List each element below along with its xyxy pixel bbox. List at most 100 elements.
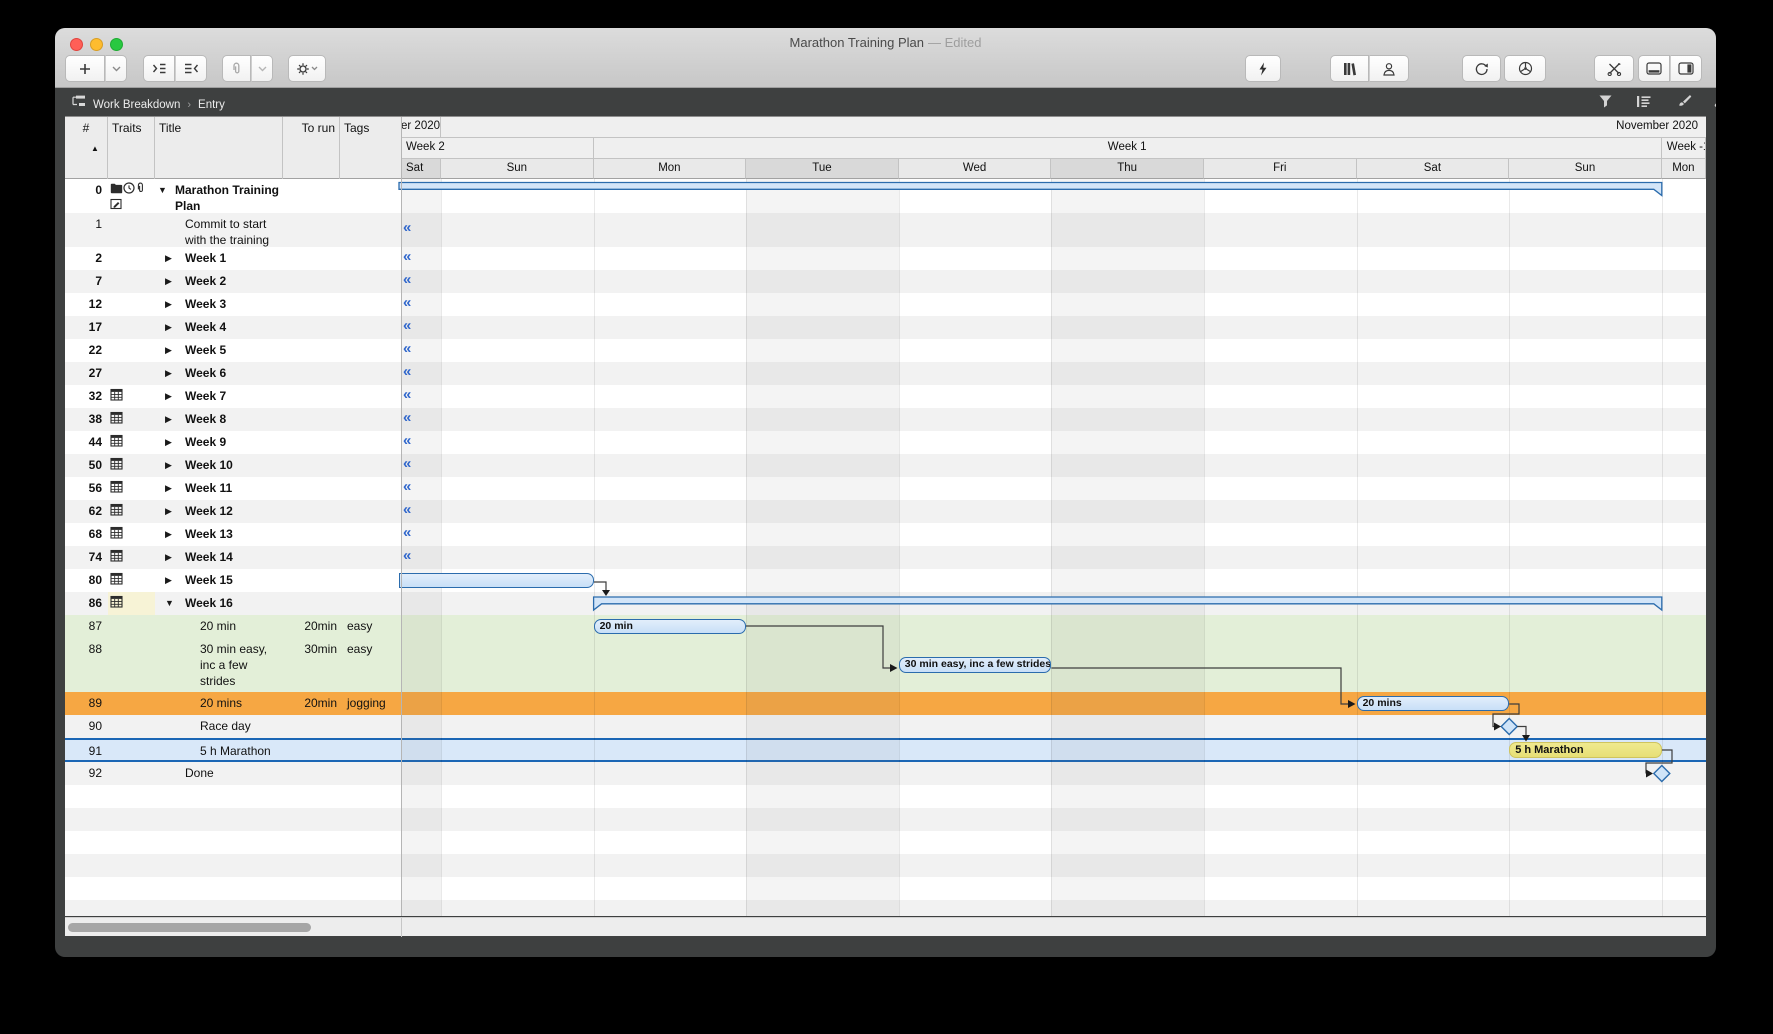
row-62[interactable]: 62▶Week 12	[65, 500, 1706, 523]
row-50[interactable]: 50▶Week 10	[65, 454, 1706, 477]
row-86[interactable]: 86▼Week 16	[65, 592, 1706, 615]
attach-button[interactable]	[222, 55, 251, 82]
breadcrumb-page[interactable]: Entry	[198, 99, 225, 111]
row-22[interactable]: 22▶Week 5	[65, 339, 1706, 362]
task-title: Week 14	[185, 549, 282, 565]
publish-button[interactable]	[1504, 55, 1546, 82]
disclosure-triangle[interactable]: ▶	[165, 342, 172, 358]
indent-button[interactable]	[143, 55, 175, 82]
tags-cell	[344, 500, 400, 503]
disclosure-triangle[interactable]: ▶	[165, 480, 172, 496]
row-1[interactable]: 1Commit to start with the training	[65, 213, 1706, 247]
row-2[interactable]: 2▶Week 1	[65, 247, 1706, 270]
disclosure-triangle[interactable]: ▶	[165, 273, 172, 289]
tags-cell	[344, 293, 400, 296]
lightning-icon	[1257, 62, 1269, 76]
breadcrumb-view[interactable]: Work Breakdown	[93, 99, 180, 111]
traits-cell	[108, 500, 154, 520]
tags-cell	[344, 362, 400, 365]
column-header-num[interactable]: # ▲	[65, 117, 108, 179]
inspectors-button[interactable]	[1713, 94, 1716, 114]
disclosure-triangle[interactable]: ▶	[165, 250, 172, 266]
scrollbar-thumb[interactable]	[68, 923, 311, 932]
row-90[interactable]: 90Race day	[65, 715, 1706, 738]
add-task-menu-button[interactable]	[105, 55, 127, 82]
show-bottom-panel-button[interactable]	[1638, 55, 1670, 82]
resources-button[interactable]	[1330, 55, 1369, 82]
view-options-button[interactable]	[1636, 94, 1652, 114]
disclosure-triangle[interactable]: ▶	[165, 434, 172, 450]
row-44[interactable]: 44▶Week 9	[65, 431, 1706, 454]
disclosure-triangle[interactable]: ▶	[165, 365, 172, 381]
table-chart-splitter[interactable]	[401, 117, 402, 916]
show-right-panel-button[interactable]	[1670, 55, 1702, 82]
catch-up-button[interactable]	[1245, 55, 1281, 82]
indent-icon	[152, 63, 167, 74]
outdent-button[interactable]	[175, 55, 207, 82]
task-title: 20 mins	[200, 695, 282, 711]
brush-icon	[1676, 94, 1692, 109]
disclosure-triangle[interactable]: ▶	[165, 319, 172, 335]
close-button[interactable]	[70, 38, 83, 51]
row-17[interactable]: 17▶Week 4	[65, 316, 1706, 339]
row-88[interactable]: 8830 min easy, inc a few strides30mineas…	[65, 638, 1706, 692]
column-header-to-run[interactable]: To run	[283, 117, 340, 179]
sync-button[interactable]	[1462, 55, 1501, 82]
row-68[interactable]: 68▶Week 13	[65, 523, 1706, 546]
row-0[interactable]: 0▼Marathon Training Plan	[65, 179, 1706, 213]
task-bar-88[interactable]: 30 min easy, inc a few strides	[899, 657, 1052, 673]
disclosure-triangle[interactable]: ▶	[165, 503, 172, 519]
task-title: Week 1	[185, 250, 282, 266]
disclosure-triangle[interactable]: ▶	[165, 572, 172, 588]
column-header-traits[interactable]: Traits	[108, 117, 155, 179]
disclosure-triangle[interactable]: ▼	[165, 595, 174, 611]
disclosure-triangle[interactable]: ▶	[165, 526, 172, 542]
row-number: 38	[65, 408, 102, 427]
row-92[interactable]: 92Done	[65, 762, 1706, 785]
row-74[interactable]: 74▶Week 14	[65, 546, 1706, 569]
row-12[interactable]: 12▶Week 3	[65, 293, 1706, 316]
task-bar-87[interactable]: 20 min	[594, 619, 747, 635]
row-32[interactable]: 32▶Week 7	[65, 385, 1706, 408]
row-91[interactable]: 915 h Marathon	[65, 738, 1706, 762]
row-80[interactable]: 80▶Week 15	[65, 569, 1706, 592]
row-7[interactable]: 7▶Week 2	[65, 270, 1706, 293]
row-87[interactable]: 8720 min20mineasy	[65, 615, 1706, 638]
row-56[interactable]: 56▶Week 11	[65, 477, 1706, 500]
actions-menu-button[interactable]	[288, 55, 326, 82]
tools-button[interactable]	[1594, 55, 1634, 82]
disclosure-triangle[interactable]: ▶	[165, 549, 172, 565]
disclosure-triangle[interactable]: ▶	[165, 296, 172, 312]
zoom-button[interactable]	[110, 38, 123, 51]
styles-button[interactable]	[1676, 94, 1692, 114]
disclosure-triangle[interactable]: ▶	[165, 457, 172, 473]
attach-menu-button[interactable]	[251, 55, 273, 82]
tags-cell	[344, 523, 400, 526]
starts-earlier-indicator-1: «	[403, 219, 429, 236]
disclosure-triangle[interactable]: ▶	[165, 388, 172, 404]
empty-row	[65, 808, 1706, 831]
row-38[interactable]: 38 ▶ Week 8	[65, 408, 1706, 431]
task-bar-89[interactable]: 20 mins	[1357, 696, 1510, 712]
disclosure-triangle[interactable]: ▶	[165, 411, 172, 427]
task-title: Marathon Training Plan	[175, 182, 282, 214]
task-title: Week 6	[185, 365, 282, 381]
disclosure-triangle[interactable]: ▼	[158, 182, 167, 198]
assignments-button[interactable]	[1369, 55, 1409, 82]
column-header-title[interactable]: Title	[155, 117, 283, 179]
traits-cell	[108, 477, 154, 497]
to-run-cell	[283, 592, 337, 595]
add-task-button[interactable]	[65, 55, 105, 82]
task-bar-80[interactable]	[399, 573, 594, 589]
task-title: Week 8	[185, 411, 282, 427]
calendar-icon	[110, 434, 123, 447]
task-title: Week 3	[185, 296, 282, 312]
filter-button[interactable]	[1598, 94, 1613, 114]
minimize-button[interactable]	[90, 38, 103, 51]
title-cell: ▶Week 10	[155, 454, 282, 473]
task-bar-91[interactable]: 5 h Marathon	[1509, 742, 1662, 758]
column-header-tags[interactable]: Tags	[340, 117, 401, 179]
row-27[interactable]: 27▶Week 6	[65, 362, 1706, 385]
starts-earlier-indicator-62: «	[403, 501, 429, 518]
starts-earlier-indicator-27: «	[403, 363, 429, 380]
